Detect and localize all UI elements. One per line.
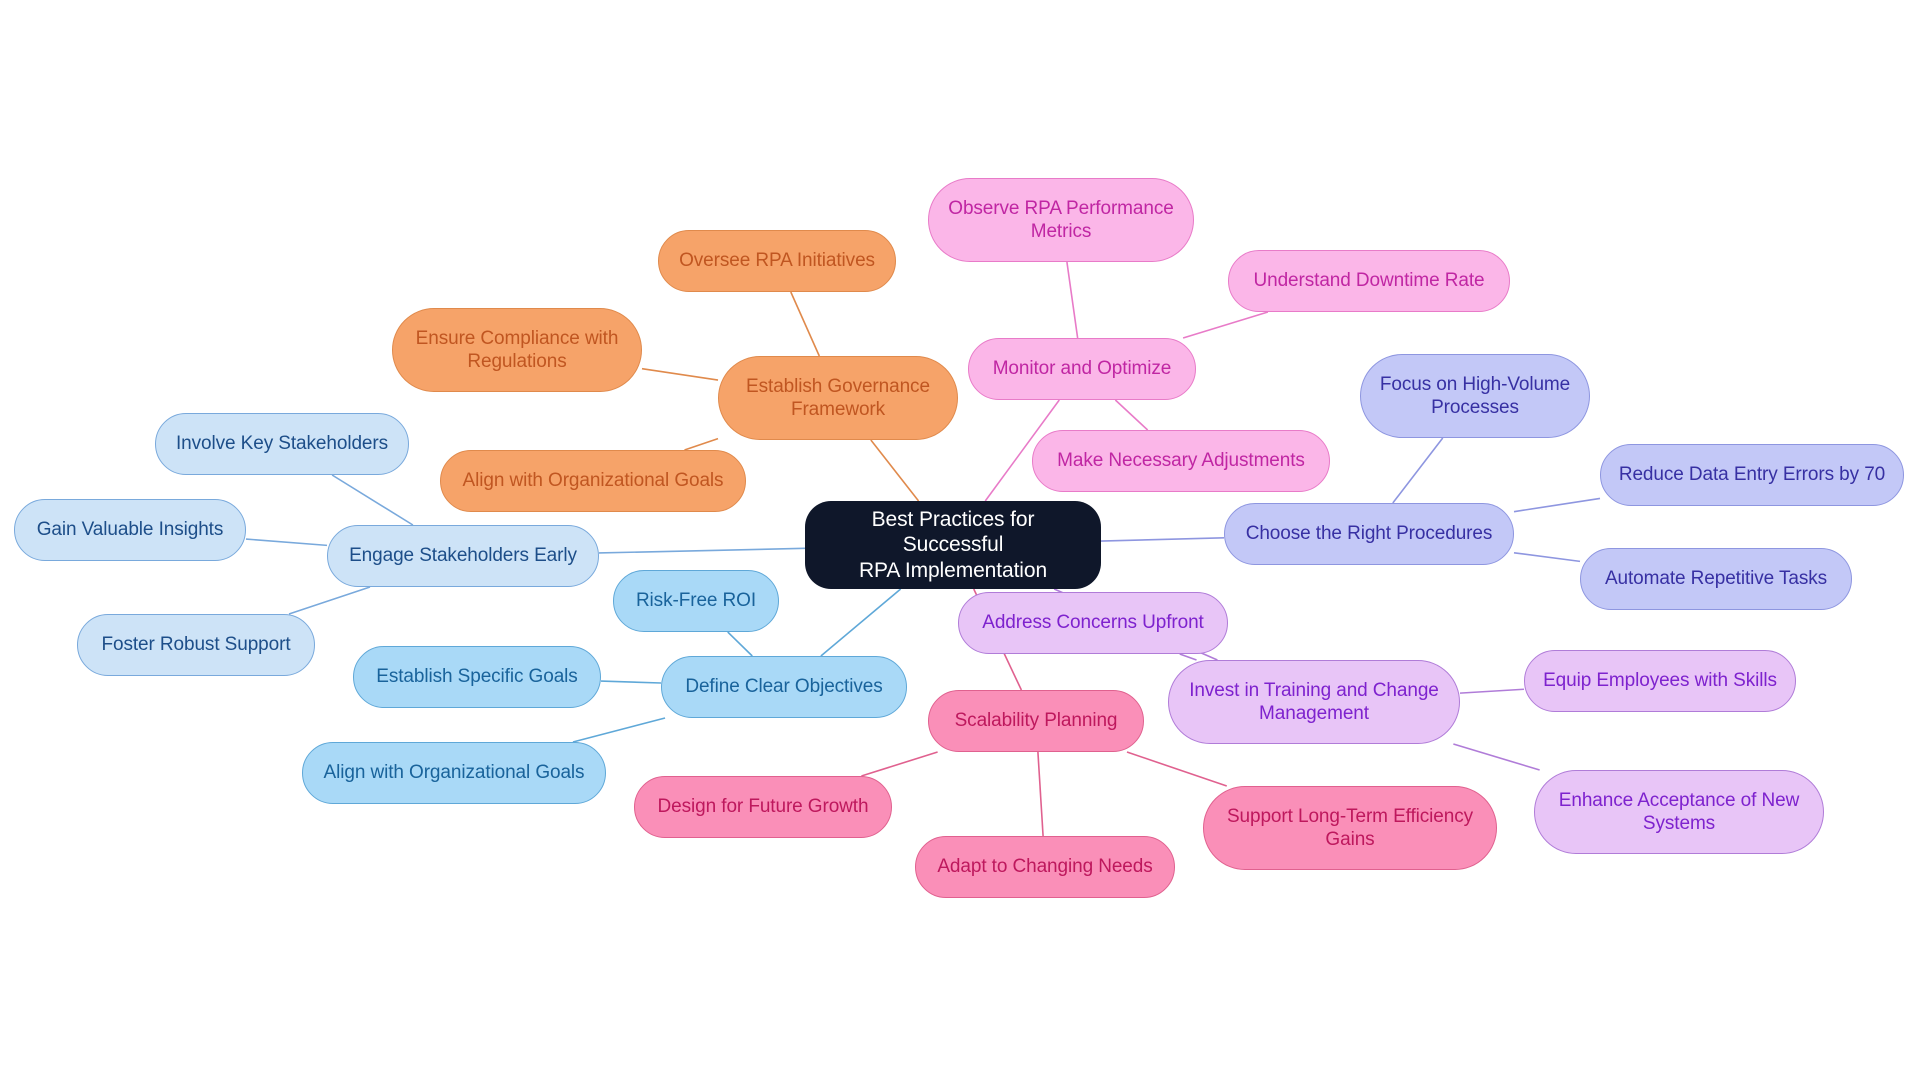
mindmap-leaf-node[interactable]: Adapt to Changing Needs xyxy=(915,836,1175,898)
node-label: Invest in Training and Change Management xyxy=(1189,679,1439,724)
mindmap-leaf-node[interactable]: Align with Organizational Goals xyxy=(302,742,606,804)
node-label: Observe RPA Performance Metrics xyxy=(948,197,1174,242)
node-label: Equip Employees with Skills xyxy=(1543,670,1777,692)
node-label: Automate Repetitive Tasks xyxy=(1604,568,1828,590)
mindmap-edge xyxy=(641,367,719,381)
mindmap-edge xyxy=(1126,751,1228,787)
mindmap-leaf-node[interactable]: Gain Valuable Insights xyxy=(14,499,246,561)
mindmap-edge xyxy=(1114,399,1149,431)
mindmap-edge xyxy=(1182,311,1269,339)
mindmap-branch-node[interactable]: Engage Stakeholders Early xyxy=(327,525,599,587)
mindmap-edge xyxy=(600,680,662,684)
mindmap-edge xyxy=(572,717,666,743)
node-label: Best Practices for Successful RPA Implem… xyxy=(858,507,1048,582)
node-label: Ensure Compliance with Regulations xyxy=(415,327,619,372)
mindmap-leaf-node[interactable]: Foster Robust Support xyxy=(77,614,315,676)
node-label: Focus on High-Volume Processes xyxy=(1379,373,1571,418)
node-label: Define Clear Objectives xyxy=(685,676,883,698)
mindmap-edge xyxy=(820,588,902,657)
node-label: Understand Downtime Rate xyxy=(1253,270,1485,292)
node-label: Engage Stakeholders Early xyxy=(349,545,577,567)
mindmap-leaf-node[interactable]: Focus on High-Volume Processes xyxy=(1360,354,1590,438)
mindmap-leaf-node[interactable]: Establish Specific Goals xyxy=(353,646,601,708)
mindmap-edge xyxy=(288,586,371,615)
mindmap-edge xyxy=(1513,552,1581,563)
mindmap-branch-node[interactable]: Invest in Training and Change Management xyxy=(1168,660,1460,744)
node-label: Support Long-Term Efficiency Gains xyxy=(1226,805,1474,850)
node-label: Enhance Acceptance of New Systems xyxy=(1558,789,1800,834)
mindmap-leaf-node[interactable]: Automate Repetitive Tasks xyxy=(1580,548,1852,610)
mindmap-edge xyxy=(1037,751,1044,837)
mindmap-edge xyxy=(1392,437,1444,504)
mindmap-leaf-node[interactable]: Observe RPA Performance Metrics xyxy=(928,178,1194,262)
node-label: Oversee RPA Initiatives xyxy=(679,250,875,272)
node-label: Choose the Right Procedures xyxy=(1245,523,1493,545)
node-label: Scalability Planning xyxy=(954,710,1118,732)
mindmap-edge xyxy=(870,439,920,502)
mindmap-leaf-node[interactable]: Understand Downtime Rate xyxy=(1228,250,1510,312)
node-label: Design for Future Growth xyxy=(657,796,869,818)
node-label: Involve Key Stakeholders xyxy=(176,433,388,455)
mindmap-leaf-node[interactable]: Equip Employees with Skills xyxy=(1524,650,1796,712)
mindmap-leaf-node[interactable]: Align with Organizational Goals xyxy=(440,450,746,512)
mindmap-edge xyxy=(1459,688,1525,694)
mindmap-edge xyxy=(727,631,753,657)
node-label: Foster Robust Support xyxy=(101,634,291,656)
node-label: Gain Valuable Insights xyxy=(36,519,224,541)
node-label: Adapt to Changing Needs xyxy=(937,856,1153,878)
mindmap-branch-node[interactable]: Establish Governance Framework xyxy=(718,356,958,440)
mindmap-edge xyxy=(790,291,821,357)
mindmap-edge xyxy=(1179,653,1197,661)
node-label: Address Concerns Upfront xyxy=(982,612,1204,634)
mindmap-leaf-node[interactable]: Risk-Free ROI xyxy=(613,570,779,632)
mindmap-root-node[interactable]: Best Practices for Successful RPA Implem… xyxy=(805,501,1101,589)
node-label: Align with Organizational Goals xyxy=(323,762,585,784)
mindmap-leaf-node[interactable]: Support Long-Term Efficiency Gains xyxy=(1203,786,1497,870)
mindmap-leaf-node[interactable]: Enhance Acceptance of New Systems xyxy=(1534,770,1824,854)
node-label: Risk-Free ROI xyxy=(635,590,757,612)
mindmap-branch-node[interactable]: Scalability Planning xyxy=(928,690,1144,752)
mindmap-leaf-node[interactable]: Make Necessary Adjustments xyxy=(1032,430,1330,492)
mindmap-edge xyxy=(598,547,806,554)
mindmap-leaf-node[interactable]: Reduce Data Entry Errors by 70 xyxy=(1600,444,1904,506)
node-label: Establish Specific Goals xyxy=(376,666,578,688)
mindmap-branch-node[interactable]: Choose the Right Procedures xyxy=(1224,503,1514,565)
mindmap-edge xyxy=(1066,261,1079,339)
mindmap-leaf-node[interactable]: Design for Future Growth xyxy=(634,776,892,838)
mindmap-branch-node[interactable]: Define Clear Objectives xyxy=(661,656,907,718)
mindmap-edge xyxy=(861,751,938,777)
mindmap-edge xyxy=(684,437,719,451)
mindmap-edge xyxy=(245,538,328,547)
mindmap-canvas: Best Practices for Successful RPA Implem… xyxy=(0,0,1920,1083)
node-label: Align with Organizational Goals xyxy=(462,470,724,492)
node-label: Establish Governance Framework xyxy=(746,375,930,420)
mindmap-leaf-node[interactable]: Oversee RPA Initiatives xyxy=(658,230,896,292)
mindmap-edge xyxy=(1513,497,1601,513)
mindmap-leaf-node[interactable]: Address Concerns Upfront xyxy=(958,592,1228,654)
node-label: Reduce Data Entry Errors by 70 xyxy=(1618,464,1886,486)
mindmap-leaf-node[interactable]: Involve Key Stakeholders xyxy=(155,413,409,475)
mindmap-edge xyxy=(1100,537,1225,542)
node-label: Monitor and Optimize xyxy=(992,358,1172,380)
mindmap-branch-node[interactable]: Monitor and Optimize xyxy=(968,338,1196,400)
node-label: Make Necessary Adjustments xyxy=(1057,450,1305,472)
mindmap-edge xyxy=(331,474,414,526)
mindmap-leaf-node[interactable]: Ensure Compliance with Regulations xyxy=(392,308,642,392)
mindmap-edge xyxy=(1453,743,1540,771)
